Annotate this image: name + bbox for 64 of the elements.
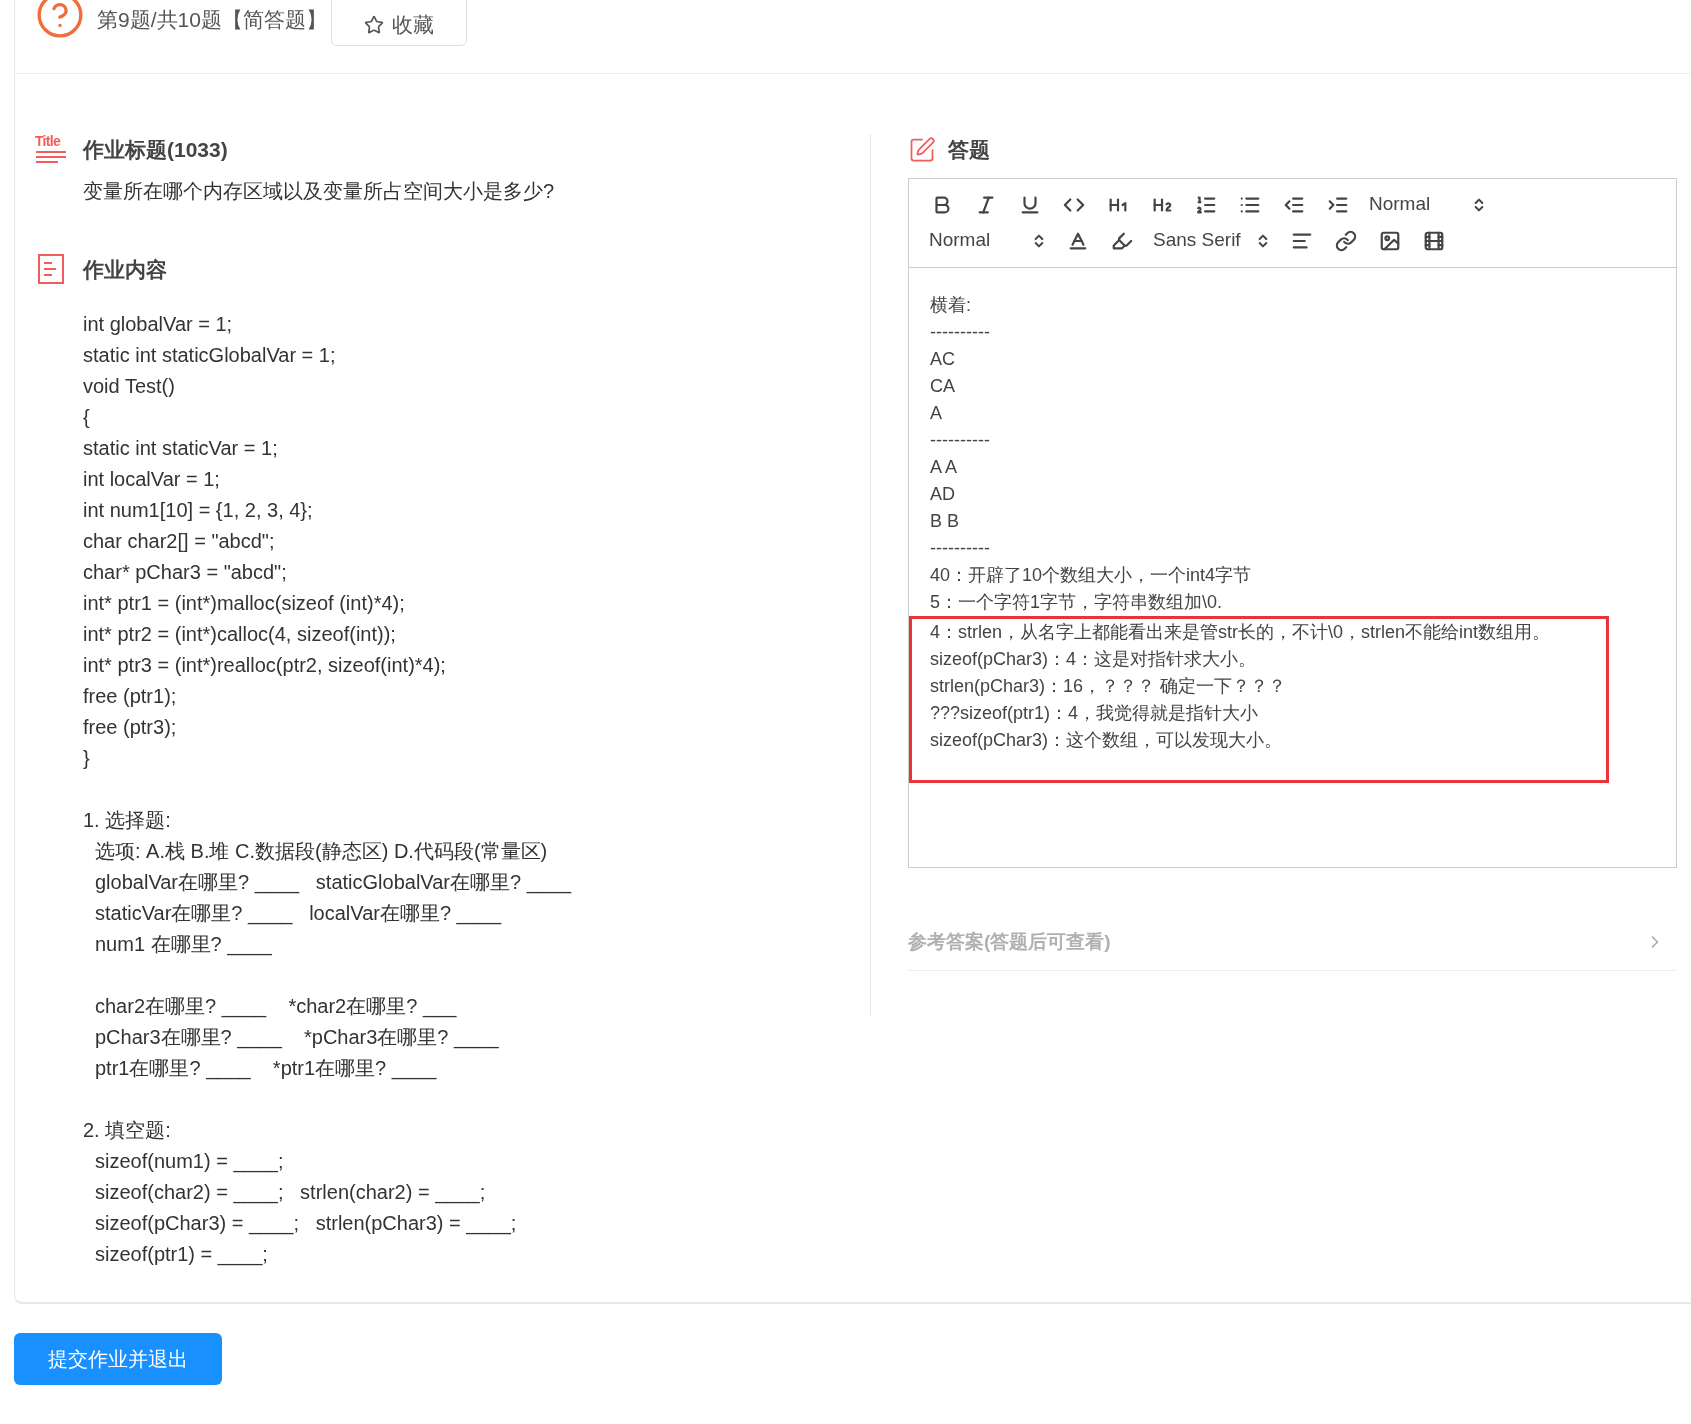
answer-line: ???sizeof(ptr1)：4，我觉得就是指针大小	[930, 701, 1259, 725]
lines-icon	[35, 149, 67, 166]
answer-title: 答题	[948, 137, 990, 163]
content-line: sizeof(pChar3) = ____; strlen(pChar3) = ____;	[95, 1211, 517, 1237]
content-line: int* ptr1 = (int*)malloc(sizeof (int)*4);	[83, 591, 405, 616]
answer-line: A	[930, 401, 942, 425]
star-icon	[363, 15, 384, 35]
content-line: 选项: A.栈 B.堆 C.数据段(静态区) D.代码段(常量区)	[95, 839, 548, 864]
content-line: sizeof(num1) = ____;	[95, 1149, 284, 1175]
answer-line: ----------	[930, 536, 990, 560]
content-line: static int staticGlobalVar = 1;	[83, 343, 336, 368]
content-line: free (ptr3);	[83, 715, 177, 740]
document-icon	[38, 254, 64, 285]
content-line: int globalVar = 1;	[83, 312, 233, 337]
answer-line: 40：开辟了10个数组大小，一个int4字节	[930, 563, 1252, 587]
content-line: char2在哪里? ____ *char2在哪里? ___	[95, 994, 457, 1020]
content-title: 作业内容	[83, 256, 167, 283]
content-line: void Test()	[83, 374, 175, 399]
answer-line: A A	[930, 455, 958, 479]
content-line: sizeof(ptr1) = ____;	[95, 1242, 268, 1268]
content-line: sizeof(char2) = ____; strlen(char2) = ____;	[95, 1180, 486, 1206]
content-line: int* ptr2 = (int*)calloc(4, sizeof(int));	[83, 622, 396, 647]
image-icon	[1379, 229, 1401, 252]
content-line: int localVar = 1;	[83, 467, 220, 492]
content-line: char char2[] = "abcd";	[83, 529, 275, 554]
answer-line: 5：一个字符1字节，字符串数组加\0.	[930, 590, 1223, 614]
question-counter: 第9题/共10题【简答题】	[97, 7, 327, 33]
content-line: {	[83, 405, 90, 430]
content-line: int num1[10] = {1, 2, 3, 4};	[83, 498, 313, 523]
answer-line: AC	[930, 347, 955, 371]
content-line: ptr1在哪里? ____ *ptr1在哪里? ____	[95, 1056, 437, 1082]
content-line: free (ptr1);	[83, 684, 177, 709]
content-line: int* ptr3 = (int*)realloc(ptr2, sizeof(int)*4);	[83, 653, 446, 678]
answer-line: ----------	[930, 320, 990, 344]
question-icon	[35, 0, 85, 40]
content-line: globalVar在哪里? ____ staticGlobalVar在哪里? ____	[95, 870, 572, 896]
answer-line: B B	[930, 509, 959, 533]
content-line: char* pChar3 = "abcd";	[83, 560, 287, 585]
content-line: }	[83, 746, 90, 771]
format-select[interactable]: Sans Serif	[1153, 226, 1271, 255]
format-select[interactable]: Normal	[1369, 190, 1487, 219]
content-line: static int staticVar = 1;	[83, 436, 278, 461]
answer-line: sizeof(pChar3)：4：这是对指针求大小。	[930, 647, 1257, 671]
film-icon	[1423, 229, 1445, 252]
title-label: Title	[35, 134, 61, 150]
assignment-title: 作业标题(1033)	[83, 137, 228, 163]
content-line: 1. 选择题:	[83, 808, 171, 833]
answer-line: AD	[930, 482, 955, 506]
favorite-button[interactable]: 收藏	[330, 0, 467, 46]
answer-line: sizeof(pChar3)：这个数组，可以发现大小。	[930, 728, 1283, 752]
question-text: 变量所在哪个内存区域以及变量所占空间大小是多少?	[83, 178, 555, 204]
content-line: num1 在哪里? ____	[95, 932, 272, 958]
answer-line: ----------	[930, 428, 990, 452]
answer-line: strlen(pChar3)：16，？？？ 确定一下？？？	[930, 674, 1287, 698]
content-line: staticVar在哪里? ____ localVar在哪里? ____	[95, 901, 502, 927]
content-line: 2. 填空题:	[83, 1118, 171, 1143]
answer-line: CA	[930, 374, 955, 398]
answer-editor[interactable]	[908, 177, 1677, 868]
format-select[interactable]: Normal	[929, 226, 1047, 255]
content-line: pChar3在哪里? ____ *pChar3在哪里? ____	[95, 1025, 499, 1051]
link-icon	[1335, 229, 1357, 252]
answer-line: 4：strlen，从名字上都能看出来是管str长的，不计\0，strlen不能给int数组用。	[930, 620, 1551, 644]
edit-icon	[908, 135, 936, 164]
answer-line: 横着:	[930, 293, 971, 317]
